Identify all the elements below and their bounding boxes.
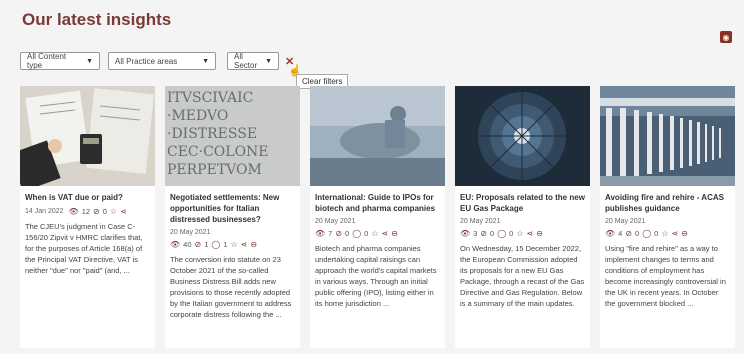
star-icon[interactable]: ☆ bbox=[516, 229, 523, 238]
star-icon[interactable]: ☆ bbox=[231, 240, 238, 249]
card-meta: 👁 3 ⊘ 0 ◯ 0 ☆ ⋖ ⊖ bbox=[460, 229, 585, 238]
check-circle-icon[interactable]: ⊘ bbox=[625, 229, 632, 238]
card-date: 20 May 2021 bbox=[315, 218, 356, 225]
comment-count: 1 bbox=[223, 240, 228, 249]
card-title[interactable]: Avoiding fire and rehire - ACAS publishe… bbox=[605, 192, 730, 214]
share-icon[interactable]: ⋖ bbox=[382, 229, 389, 238]
check-circle-icon[interactable]: ⊘ bbox=[480, 229, 487, 238]
card-excerpt: Using "fire and rehire" as a way to impl… bbox=[605, 244, 726, 308]
caret-down-icon: ▼ bbox=[86, 57, 93, 65]
card-meta: 👁 7 ⊘ 0 ◯ 0 ☆ ⋖ ⊖ bbox=[315, 229, 440, 238]
card-excerpt: On Wednesday, 15 December 2022, the Euro… bbox=[460, 244, 585, 308]
card-title[interactable]: International: Guide to IPOs for biotech… bbox=[315, 192, 440, 214]
rss-icon[interactable]: ◉ bbox=[720, 31, 732, 43]
share-icon[interactable]: ⋖ bbox=[672, 229, 679, 238]
view-count: 7 bbox=[328, 229, 333, 238]
star-icon[interactable]: ☆ bbox=[661, 229, 668, 238]
more-circle-icon[interactable]: ⊖ bbox=[536, 229, 543, 238]
card-meta: 👁 4 ⊘ 0 ◯ 0 ☆ ⋖ ⊖ bbox=[605, 229, 730, 238]
svg-text:PERPETVOM: PERPETVOM bbox=[167, 162, 262, 178]
comment-icon[interactable]: ◯ bbox=[211, 240, 220, 249]
share-icon[interactable]: ⋖ bbox=[241, 240, 248, 249]
card-image-colonnade[interactable] bbox=[600, 86, 735, 186]
check-circle-icon[interactable]: ⊘ bbox=[195, 240, 202, 249]
card-title[interactable]: EU: Proposals related to the new EU Gas … bbox=[460, 192, 585, 214]
share-icon[interactable]: ⋖ bbox=[527, 229, 534, 238]
card-meta: 14 Jan 2022 👁 12 ⊘ 0 ☆ ⋖ bbox=[25, 207, 150, 216]
page-title: Our latest insights bbox=[22, 10, 172, 29]
content-type-select[interactable]: All Content type ▼ bbox=[20, 52, 100, 70]
like-count: 0 bbox=[102, 207, 107, 216]
card-title[interactable]: When is VAT due or paid? bbox=[25, 192, 150, 203]
eye-icon: 👁 bbox=[460, 229, 471, 238]
card-image-dome[interactable] bbox=[455, 86, 590, 186]
card-date: 20 May 2021 bbox=[460, 218, 501, 225]
comment-count: 0 bbox=[509, 229, 514, 238]
practice-areas-value: All Practice areas bbox=[115, 56, 178, 66]
card-excerpt: The CJEU's judgment in Case C-156/20 Zip… bbox=[25, 222, 143, 275]
eye-icon: 👁 bbox=[170, 240, 181, 249]
like-count: 0 bbox=[345, 229, 350, 238]
svg-text:·DISTRESSE: ·DISTRESSE bbox=[167, 126, 257, 142]
comment-icon[interactable]: ◯ bbox=[497, 229, 506, 238]
caret-down-icon: ▼ bbox=[202, 57, 209, 65]
card-image-statue[interactable] bbox=[310, 86, 445, 186]
check-circle-icon[interactable]: ⊘ bbox=[93, 207, 100, 216]
check-circle-icon[interactable]: ⊘ bbox=[335, 229, 342, 238]
insight-card[interactable]: International: Guide to IPOs for biotech… bbox=[310, 86, 445, 348]
card-date: 20 May 2021 bbox=[170, 229, 211, 236]
comment-icon[interactable]: ◯ bbox=[642, 229, 651, 238]
insight-card[interactable]: EU: Proposals related to the new EU Gas … bbox=[455, 86, 590, 348]
view-count: 3 bbox=[473, 229, 478, 238]
card-image-vat[interactable] bbox=[20, 86, 155, 186]
svg-text:ITVSCIVAIC: ITVSCIVAIC bbox=[167, 90, 253, 106]
card-title[interactable]: Negotiated settlements: New opportunitie… bbox=[170, 192, 295, 225]
practice-areas-select[interactable]: All Practice areas ▼ bbox=[108, 52, 216, 70]
share-icon[interactable]: ⋖ bbox=[120, 207, 127, 216]
svg-text:CEC·COLONE: CEC·COLONE bbox=[167, 144, 269, 160]
sector-select[interactable]: All Sector ▼ bbox=[227, 52, 279, 70]
sector-value: All Sector bbox=[234, 52, 258, 70]
card-excerpt: The conversion into statute on 23 Octobe… bbox=[170, 255, 292, 319]
like-count: 1 bbox=[204, 240, 209, 249]
card-excerpt: Biotech and pharma companies undertaking… bbox=[315, 244, 437, 308]
view-count: 40 bbox=[183, 240, 192, 249]
eye-icon: 👁 bbox=[315, 229, 326, 238]
card-date: 20 May 2021 bbox=[605, 218, 646, 225]
like-count: 0 bbox=[635, 229, 640, 238]
card-meta: 👁 40 ⊘ 1 ◯ 1 ☆ ⋖ ⊖ bbox=[170, 240, 295, 249]
eye-icon: 👁 bbox=[68, 207, 79, 216]
insight-card[interactable]: Avoiding fire and rehire - ACAS publishe… bbox=[600, 86, 735, 348]
card-image-inscription[interactable]: ITVSCIVAIC ·MEDVO ·DISTRESSE CEC·COLONE … bbox=[165, 86, 300, 186]
view-count: 4 bbox=[618, 229, 623, 238]
card-date: 14 Jan 2022 bbox=[25, 208, 64, 215]
eye-icon: 👁 bbox=[605, 229, 616, 238]
comment-count: 0 bbox=[654, 229, 659, 238]
star-icon[interactable]: ☆ bbox=[371, 229, 378, 238]
content-type-value: All Content type bbox=[27, 52, 67, 70]
insight-card[interactable]: ITVSCIVAIC ·MEDVO ·DISTRESSE CEC·COLONE … bbox=[165, 86, 300, 348]
more-circle-icon[interactable]: ⊖ bbox=[681, 229, 688, 238]
insight-card[interactable]: When is VAT due or paid? 14 Jan 2022 👁 1… bbox=[20, 86, 155, 348]
like-count: 0 bbox=[490, 229, 495, 238]
star-icon[interactable]: ☆ bbox=[110, 207, 117, 216]
caret-down-icon: ▼ bbox=[265, 57, 272, 65]
view-count: 12 bbox=[81, 207, 91, 216]
comment-icon[interactable]: ◯ bbox=[352, 229, 361, 238]
more-circle-icon[interactable]: ⊖ bbox=[250, 240, 257, 249]
svg-text:·MEDVO: ·MEDVO bbox=[167, 108, 228, 124]
comment-count: 0 bbox=[364, 229, 369, 238]
more-circle-icon[interactable]: ⊖ bbox=[391, 229, 398, 238]
